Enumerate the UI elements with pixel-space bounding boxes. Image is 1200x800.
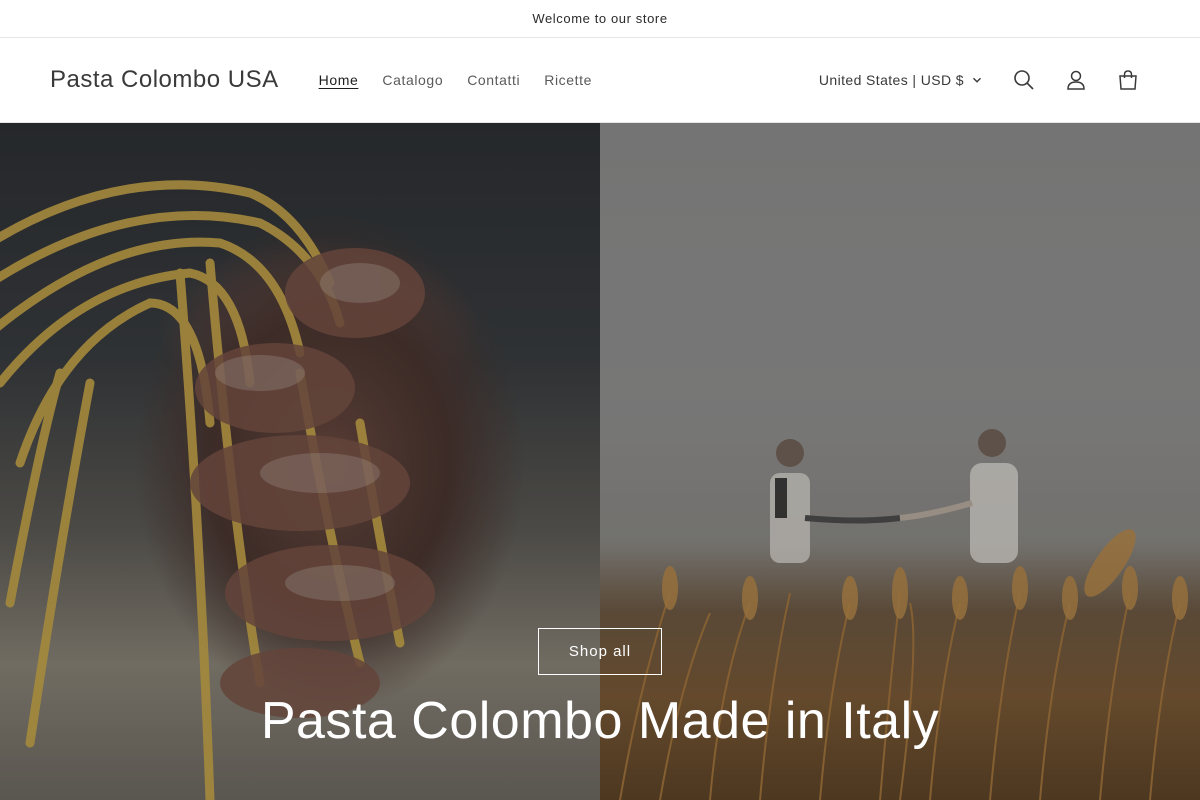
store-logo[interactable]: Pasta Colombo USA [50,66,279,94]
search-icon [1014,70,1034,90]
header-actions: United States | USD $ [809,38,1150,122]
nav-item-home[interactable]: Home [307,72,371,88]
hero-title: Pasta Colombo Made in Italy [260,692,940,750]
nav-item-ricette[interactable]: Ricette [532,72,604,88]
cart-icon [1119,70,1137,90]
search-button[interactable] [1002,58,1046,102]
country-selector[interactable]: United States | USD $ [809,72,992,88]
country-selector-label: United States | USD $ [818,72,964,88]
nav-item-catalogo[interactable]: Catalogo [370,72,455,88]
shop-all-button[interactable]: Shop all [537,628,663,675]
account-icon [1067,70,1085,90]
chevron-down-icon [972,77,982,83]
hero-content: Shop all Pasta Colombo Made in Italy [0,628,1200,751]
account-button[interactable] [1054,58,1098,102]
announcement-text: Welcome to our store [532,11,668,26]
main-nav: Home Catalogo Contatti Ricette [307,72,604,88]
site-header: Pasta Colombo USA Home Catalogo Contatti… [0,38,1200,123]
nav-item-contatti[interactable]: Contatti [455,72,532,88]
announcement-bar: Welcome to our store [0,0,1200,38]
hero-banner: Shop all Pasta Colombo Made in Italy [0,123,1200,800]
cart-button[interactable] [1106,58,1150,102]
